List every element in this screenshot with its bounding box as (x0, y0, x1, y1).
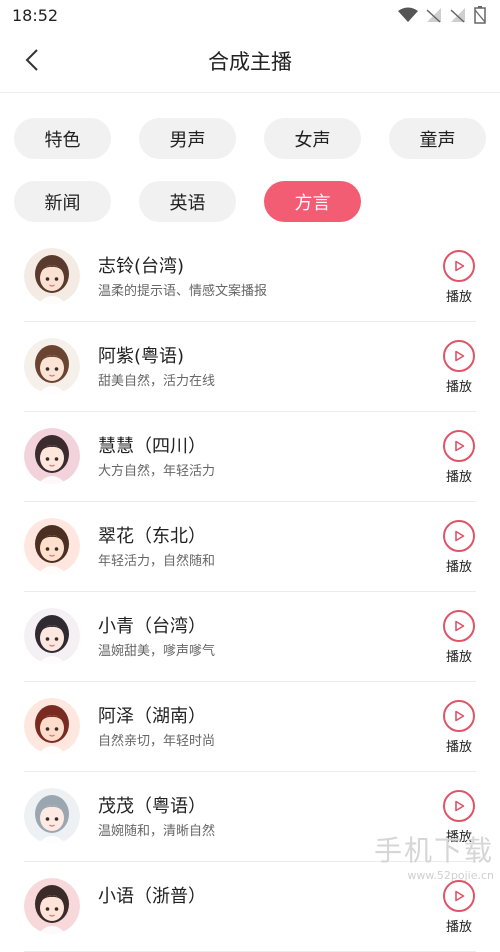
status-icons (398, 6, 486, 24)
host-list-item[interactable]: 志铃(台湾) 温柔的提示语、情感文案播报 播放 (24, 232, 476, 322)
play-label: 播放 (445, 830, 472, 845)
play-label: 播放 (445, 560, 472, 575)
play-label: 播放 (445, 740, 472, 755)
signal-off-icon-2 (450, 8, 465, 23)
host-avatar (24, 338, 80, 394)
category-chip[interactable]: 童声 (389, 118, 486, 159)
host-avatar (24, 608, 80, 664)
battery-icon (474, 6, 486, 24)
play-icon (443, 340, 475, 372)
host-name: 志铃(台湾) (98, 256, 185, 277)
play-button[interactable]: 播放 (442, 790, 476, 845)
play-icon (443, 610, 475, 642)
host-list-item[interactable]: 慧慧（四川） 大方自然，年轻活力 播放 (24, 412, 476, 502)
host-description: 年轻活力，自然随和 (98, 554, 216, 569)
category-chip[interactable]: 新闻 (14, 181, 111, 222)
play-button[interactable]: 播放 (442, 700, 476, 755)
host-list-item[interactable]: 阿泽（湖南） 自然亲切，年轻时尚 播放 (24, 682, 476, 772)
play-button[interactable]: 播放 (442, 520, 476, 575)
play-button[interactable]: 播放 (442, 250, 476, 305)
play-icon (443, 700, 475, 732)
host-avatar (24, 428, 80, 484)
play-button[interactable]: 播放 (442, 610, 476, 665)
host-description: 温婉甜美，嗲声嗲气 (98, 644, 216, 659)
category-chip[interactable]: 特色 (14, 118, 111, 159)
status-time: 18:52 (12, 6, 59, 25)
play-label: 播放 (445, 650, 472, 665)
chip-row: 特色 男声 女声 童声 (14, 118, 494, 159)
category-chip[interactable]: 女声 (264, 118, 361, 159)
host-name: 小语（浙普） (98, 886, 206, 907)
host-name: 慧慧（四川） (98, 436, 206, 457)
host-avatar (24, 788, 80, 844)
host-avatar (24, 248, 80, 304)
play-icon (443, 880, 475, 912)
host-avatar (24, 698, 80, 754)
play-label: 播放 (445, 290, 472, 305)
host-description: 温柔的提示语、情感文案播报 (98, 284, 268, 299)
host-name: 翠花（东北） (98, 526, 206, 547)
host-avatar (24, 518, 80, 574)
nav-bar: 合成主播 (0, 30, 500, 93)
host-list-item[interactable]: 小青（台湾） 温婉甜美，嗲声嗲气 播放 (24, 592, 476, 682)
host-name: 茂茂（粤语） (98, 796, 206, 817)
host-description: 温婉随和，清晰自然 (98, 824, 216, 839)
host-description: 大方自然，年轻活力 (98, 464, 216, 479)
wifi-icon (398, 7, 418, 22)
play-label: 播放 (445, 920, 472, 935)
host-name: 阿紫(粤语) (98, 346, 185, 367)
host-list: 志铃(台湾) 温柔的提示语、情感文案播报 播放 阿紫(粤语) 甜美自然，活力在线 播放 慧慧… (0, 232, 500, 952)
status-bar: 18:52 (0, 0, 500, 30)
host-name: 阿泽（湖南） (98, 706, 206, 727)
play-button[interactable]: 播放 (442, 880, 476, 935)
play-icon (443, 430, 475, 462)
signal-off-icon (426, 8, 441, 23)
host-avatar (24, 878, 80, 934)
play-button[interactable]: 播放 (442, 430, 476, 485)
host-list-item[interactable]: 翠花（东北） 年轻活力，自然随和 播放 (24, 502, 476, 592)
category-chip[interactable]: 男声 (139, 118, 236, 159)
play-icon (443, 790, 475, 822)
host-description: 自然亲切，年轻时尚 (98, 734, 216, 749)
play-label: 播放 (445, 380, 472, 395)
category-chips: 特色 男声 女声 童声 新闻 英语 方言 (14, 118, 494, 244)
play-label: 播放 (445, 470, 472, 485)
play-icon (443, 250, 475, 282)
category-chip[interactable]: 英语 (139, 181, 236, 222)
chip-row: 新闻 英语 方言 (14, 181, 494, 222)
host-name: 小青（台湾） (98, 616, 206, 637)
host-list-item[interactable]: 阿紫(粤语) 甜美自然，活力在线 播放 (24, 322, 476, 412)
host-list-item[interactable]: 小语（浙普） 播放 (24, 862, 476, 952)
category-chip[interactable]: 方言 (264, 181, 361, 222)
play-icon (443, 520, 475, 552)
page-title: 合成主播 (208, 50, 292, 74)
host-list-item[interactable]: 茂茂（粤语） 温婉随和，清晰自然 播放 (24, 772, 476, 862)
play-button[interactable]: 播放 (442, 340, 476, 395)
host-description: 甜美自然，活力在线 (98, 374, 216, 389)
